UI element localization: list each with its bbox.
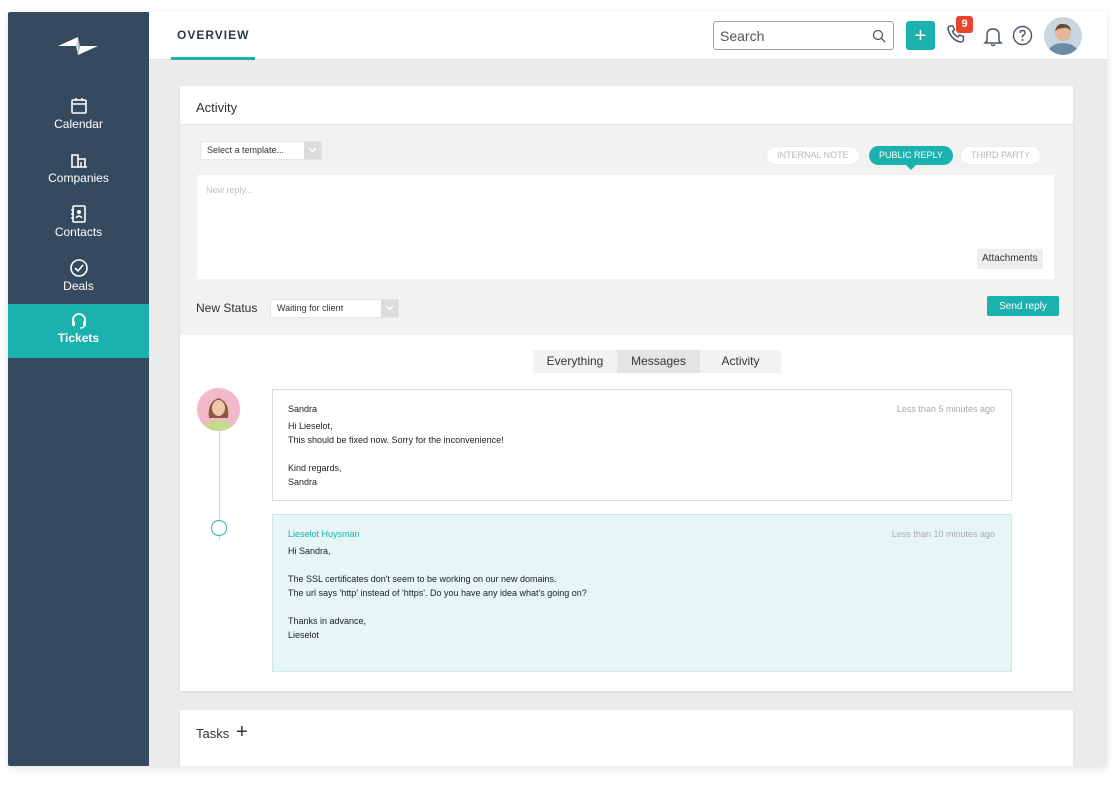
search-input[interactable] xyxy=(714,22,864,49)
message-card: Sandra Less than 5 minutes ago Hi Liesel… xyxy=(272,389,1012,501)
activity-title: Activity xyxy=(196,100,238,115)
reply-type-public-reply[interactable]: PUBLIC REPLY xyxy=(869,146,953,170)
message-time: Less than 5 minutes ago xyxy=(896,404,995,414)
app-window: Calendar Companies Contacts Deals Ticket… xyxy=(8,12,1107,766)
status-dropdown[interactable] xyxy=(381,300,398,317)
message-author: Sandra xyxy=(288,404,318,414)
sidebar-item-tickets[interactable]: Tickets xyxy=(8,304,149,358)
help-icon[interactable] xyxy=(1012,25,1033,46)
template-dropdown[interactable] xyxy=(304,142,321,159)
message-time: Less than 10 minutes ago xyxy=(891,529,995,539)
sidebar-item-contacts[interactable]: Contacts xyxy=(8,198,149,252)
new-status-label: New Status xyxy=(196,301,258,315)
chevron-down-icon xyxy=(385,305,394,311)
status-select-value: Waiting for client xyxy=(277,303,344,313)
timeline-marker xyxy=(211,520,227,536)
headset-icon xyxy=(71,313,86,329)
tab-activity[interactable]: Activity xyxy=(700,350,781,373)
bell-icon[interactable] xyxy=(983,25,1003,47)
template-select[interactable]: Select a template... xyxy=(200,141,322,160)
sidebar-item-label: Calendar xyxy=(54,117,103,131)
sidebar-item-label: Deals xyxy=(63,279,94,293)
sidebar-item-label: Contacts xyxy=(54,225,103,239)
deals-icon xyxy=(69,259,88,277)
contacts-icon xyxy=(70,205,86,223)
logo-icon xyxy=(58,37,98,55)
reply-textarea[interactable] xyxy=(197,175,1054,279)
sidebar-item-companies[interactable]: Companies xyxy=(8,144,149,198)
template-select-value: Select a template... xyxy=(207,145,285,155)
user-avatar[interactable] xyxy=(1044,17,1082,55)
sidebar-item-calendar[interactable]: Calendar xyxy=(8,90,149,144)
avatar-image xyxy=(197,388,240,431)
chevron-down-icon xyxy=(308,147,317,153)
reply-type-internal-note[interactable]: INTERNAL NOTE xyxy=(766,146,860,165)
message-body: Hi Lieselot, This should be fixed now. S… xyxy=(288,421,504,487)
sidebar: Calendar Companies Contacts Deals Ticket… xyxy=(8,12,149,766)
app-logo[interactable] xyxy=(56,34,100,58)
tab-everything[interactable]: Everything xyxy=(533,350,617,373)
status-select[interactable]: Waiting for client xyxy=(270,299,399,318)
attachments-button[interactable]: Attachments xyxy=(977,249,1043,269)
sidebar-item-label: Tickets xyxy=(57,331,100,345)
calendar-icon xyxy=(70,98,87,114)
sidebar-item-label: Companies xyxy=(48,171,109,185)
search-icon[interactable] xyxy=(872,29,886,43)
reply-type-third-party[interactable]: THIRD PARTY xyxy=(960,146,1042,165)
add-button[interactable]: + xyxy=(906,21,935,50)
notification-badge: 9 xyxy=(956,16,973,33)
message-card: Lieselot Huysman Less than 10 minutes ag… xyxy=(272,514,1012,672)
search-box xyxy=(713,21,894,50)
top-bar: OVERVIEW + 9 xyxy=(149,12,1107,60)
avatar-sandra xyxy=(197,388,240,431)
add-task-button[interactable]: + xyxy=(236,722,248,742)
tasks-title: Tasks xyxy=(196,726,230,741)
filter-tabs: Everything Messages Activity xyxy=(533,350,781,373)
tasks-card: Tasks + xyxy=(180,710,1073,766)
message-author[interactable]: Lieselot Huysman xyxy=(288,527,996,541)
companies-icon xyxy=(70,154,87,168)
reply-composer: Select a template... INTERNAL NOTE PUBLI… xyxy=(180,124,1073,335)
tab-overview[interactable]: OVERVIEW xyxy=(171,12,256,60)
activity-card: Activity Select a template... INTERNAL N… xyxy=(180,86,1073,691)
tab-messages[interactable]: Messages xyxy=(617,350,700,373)
user-avatar-image xyxy=(1044,17,1082,55)
sidebar-item-deals[interactable]: Deals xyxy=(8,252,149,306)
message-body: Hi Sandra, The SSL certificates don't se… xyxy=(288,546,587,640)
send-reply-button[interactable]: Send reply xyxy=(987,296,1059,316)
